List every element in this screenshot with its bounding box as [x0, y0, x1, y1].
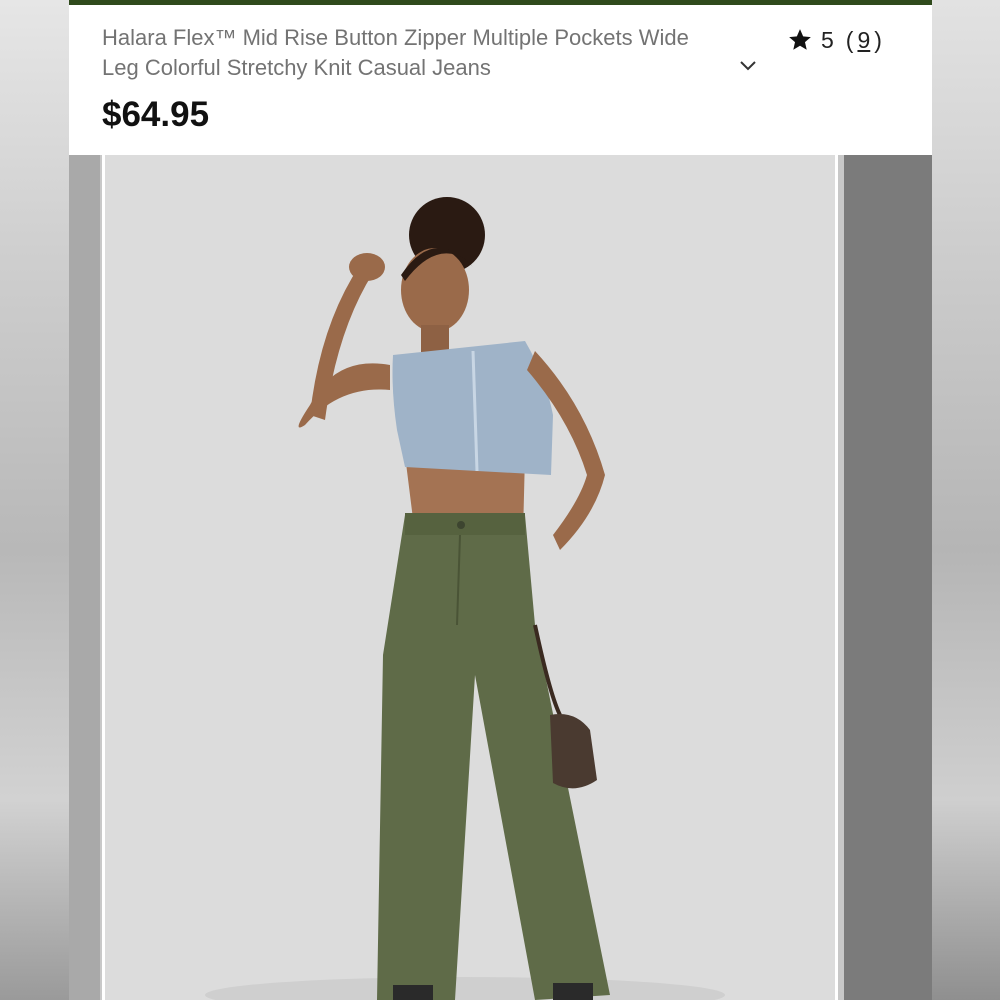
next-image-strip[interactable] — [844, 155, 932, 1000]
review-count-link[interactable]: 9 — [857, 27, 870, 54]
close-paren: ) — [874, 26, 882, 53]
model-illustration — [205, 197, 725, 1000]
right-background — [931, 0, 1000, 1000]
product-gallery[interactable] — [69, 155, 932, 1000]
star-icon — [789, 29, 811, 50]
review-count-group[interactable]: ( 9 ) — [842, 27, 886, 54]
product-image[interactable] — [102, 155, 838, 1000]
left-background — [0, 0, 69, 1000]
rating-summary[interactable]: 5 ( 9 ) — [787, 25, 886, 55]
open-paren: ( — [845, 26, 854, 53]
product-card: Halara Flex™ Mid Rise Button Zipper Mult… — [69, 0, 932, 1000]
rating-value: 5 — [821, 26, 834, 53]
chevron-down-icon[interactable] — [737, 55, 759, 77]
product-price: $64.95 — [102, 95, 210, 134]
product-header: Halara Flex™ Mid Rise Button Zipper Mult… — [69, 5, 932, 155]
previous-image-strip[interactable] — [69, 155, 100, 1000]
product-title: Halara Flex™ Mid Rise Button Zipper Mult… — [102, 25, 689, 80]
